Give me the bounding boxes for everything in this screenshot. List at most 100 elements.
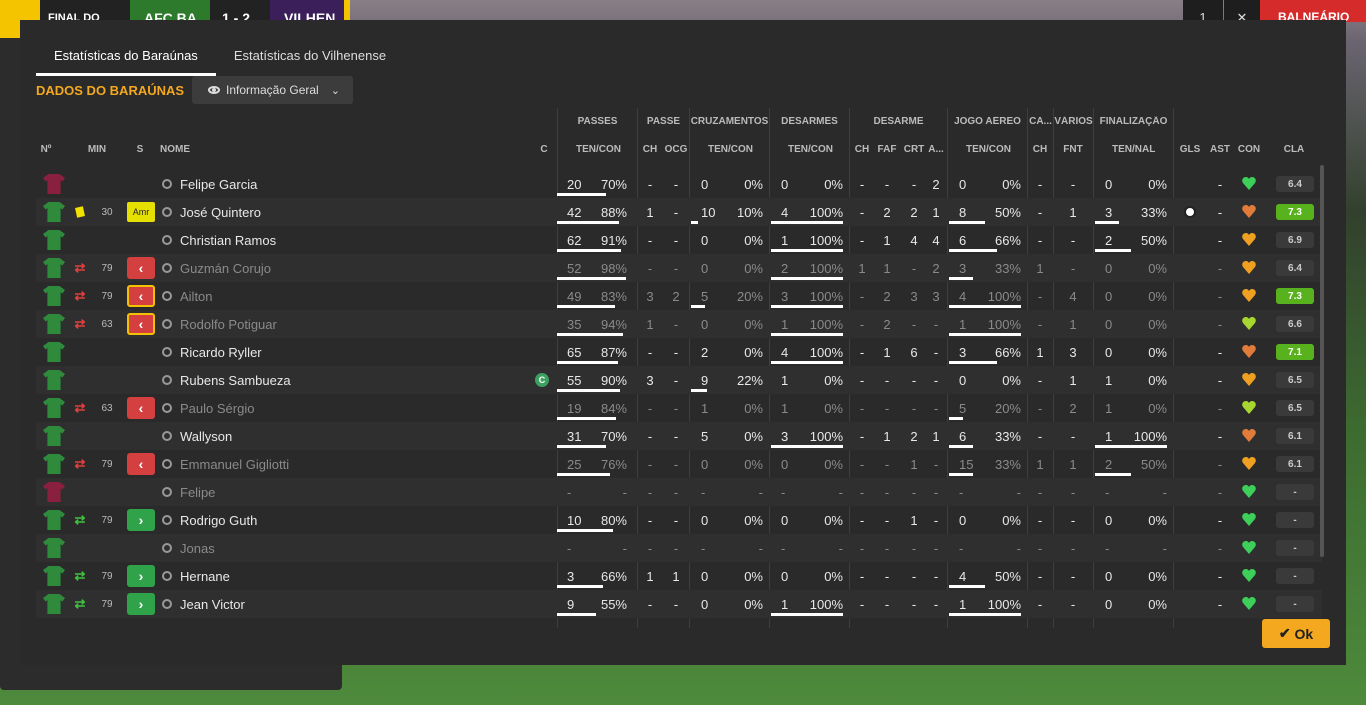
close-icon[interactable]: ✕ bbox=[1224, 0, 1260, 25]
stat-value: - bbox=[647, 540, 653, 556]
player-name[interactable]: Rodrigo Guth bbox=[162, 506, 462, 534]
column-header-p_ocg[interactable]: OCG bbox=[656, 144, 696, 155]
stat-value: - bbox=[647, 456, 653, 472]
attempts: 6 bbox=[959, 232, 967, 248]
player-name[interactable]: Jean Victor bbox=[162, 590, 462, 618]
column-header-ds_tc[interactable]: TEN/CON bbox=[788, 144, 833, 155]
shirt-icon bbox=[43, 174, 65, 194]
player-name[interactable]: Felipe Garcia bbox=[162, 170, 462, 198]
attempts: 2 bbox=[1105, 456, 1113, 472]
column-header-d_a[interactable]: A... bbox=[916, 144, 956, 155]
sub-out-icon: ⇄ bbox=[74, 400, 86, 415]
column-header-c[interactable]: C bbox=[524, 144, 564, 155]
success-rate: 0% bbox=[744, 232, 763, 248]
player-name[interactable]: Jonas bbox=[162, 534, 462, 562]
stat-value: - bbox=[859, 344, 865, 360]
table-row[interactable]: Jonas - - - - - - - - - - - - - - - - - - - - bbox=[36, 534, 1322, 562]
column-header-min[interactable]: MIN bbox=[77, 144, 117, 155]
table-row[interactable]: ⇄ 63 ‹ Rodolfo Potiguar 35 94% 1-0 0% 1 100% -2- -1… bbox=[36, 310, 1322, 338]
rating-cell: - bbox=[1275, 534, 1315, 562]
table-row[interactable]: ⇄ 79 ‹ Guzmán Corujo 52 98% - -0 0% 2 100% 1 1-2 3 33%… bbox=[36, 254, 1322, 282]
player-name[interactable]: Rubens Sambueza bbox=[162, 366, 462, 394]
table-row[interactable]: ⇄ 79 › Hernane 3 66% 1 1 0 0% 0 0% - - - -4 50% - -0 0% - - bbox=[36, 562, 1322, 590]
success-bar bbox=[557, 417, 616, 420]
table-row[interactable]: Wallyson 31 70% - -5 0% 3 100% -1 2 1 6 33% - -1 100% -6… bbox=[36, 422, 1322, 450]
stat-value: 1 bbox=[646, 316, 654, 332]
stat-value: - bbox=[673, 484, 679, 500]
success-rate: 50% bbox=[994, 204, 1021, 220]
player-name-text: Felipe Garcia bbox=[180, 176, 258, 192]
player-name[interactable]: Rodolfo Potiguar bbox=[162, 310, 462, 338]
stat-pair: -- bbox=[1095, 478, 1171, 506]
dressing-room-button[interactable]: BALNEÁRIO bbox=[1260, 0, 1366, 24]
table-row[interactable]: ⇄ 79 › Rodrigo Guth 10 80% - -0 0% 0 0% - -1-0 0% - -0 0… bbox=[36, 506, 1322, 534]
ok-button[interactable]: ✔ Ok bbox=[1262, 619, 1330, 648]
table-row[interactable]: 30 Amr José Quintero 42 88% 1-10 10% 4 100% -2 2 1 8… bbox=[36, 198, 1322, 226]
scrollbar[interactable] bbox=[1320, 165, 1324, 557]
column-header-s[interactable]: S bbox=[120, 144, 160, 155]
player-name-text: Rubens Sambueza bbox=[180, 372, 291, 388]
stat-pair: 0 0% bbox=[1095, 254, 1171, 282]
tab-home-stats[interactable]: Estatísticas do Baraúnas bbox=[36, 40, 216, 76]
stat-value: - bbox=[1070, 232, 1076, 248]
attempts: 3 bbox=[781, 288, 789, 304]
shirt-icon bbox=[43, 566, 65, 586]
column-header-ja_tc[interactable]: TEN/CON bbox=[966, 144, 1011, 155]
menu-button[interactable]: 1 bbox=[1183, 0, 1223, 25]
player-name-text: Paulo Sérgio bbox=[180, 400, 255, 416]
success-rate: 20% bbox=[736, 288, 763, 304]
player-name-text: José Quintero bbox=[180, 204, 261, 220]
player-name[interactable]: Guzmán Corujo bbox=[162, 254, 462, 282]
rating-cell: 6.4 bbox=[1275, 254, 1315, 282]
table-row[interactable]: Ricardo Ryller 65 87% - -2 0% 4 100% -1 6-3 66% 1 3 0… bbox=[36, 338, 1322, 366]
rating-cell: 7.3 bbox=[1275, 282, 1315, 310]
column-header-con[interactable]: CON bbox=[1229, 144, 1269, 155]
column-header-v_fnt[interactable]: FNT bbox=[1053, 144, 1093, 155]
table-row[interactable]: ⇄ 79 › Jean Victor 9 55% - -0 0% 1 100% - - - -1 100% - -… bbox=[36, 590, 1322, 618]
headset-icon bbox=[162, 515, 172, 525]
shirt-icon bbox=[43, 510, 65, 530]
column-header-cla[interactable]: CLA bbox=[1274, 144, 1314, 155]
column-header-cr_tc[interactable]: TEN/CON bbox=[708, 144, 753, 155]
stat-value: 1 bbox=[646, 204, 654, 220]
player-name[interactable]: Paulo Sérgio bbox=[162, 394, 462, 422]
view-dropdown[interactable]: Informação Geral ⌄ bbox=[192, 76, 353, 104]
stat-value: 1 bbox=[932, 204, 940, 220]
success-rate: 94% bbox=[600, 316, 627, 332]
column-header-p_tc[interactable]: TEN/CON bbox=[576, 144, 621, 155]
tab-away-stats[interactable]: Estatísticas do Vilhenense bbox=[216, 40, 404, 76]
stat-value: 4 bbox=[910, 232, 918, 248]
table-row[interactable]: Rubens Sambueza C 55 90% 3-9 22% 1 0% - - - -0 0% -1 1… bbox=[36, 366, 1322, 394]
player-name-text: Jean Victor bbox=[180, 596, 245, 612]
attempts: 1 bbox=[1105, 428, 1113, 444]
player-name[interactable]: Wallyson bbox=[162, 422, 462, 450]
player-name[interactable]: José Quintero bbox=[162, 198, 462, 226]
attempts: 55 bbox=[567, 372, 582, 388]
table-row[interactable]: ⇄ 79 ‹ Ailton 49 83% 3 2 5 20% 3 100% -2 3 3 4 100% -4 0 0%… bbox=[36, 282, 1322, 310]
player-name[interactable]: Hernane bbox=[162, 562, 462, 590]
stat-value: - bbox=[673, 400, 679, 416]
success-bar bbox=[557, 193, 606, 196]
table-row[interactable]: Christian Ramos 62 91% - -0 0% 1 100% -1 4 4 6 66% - -… bbox=[36, 226, 1322, 254]
column-header-name[interactable]: NOME bbox=[160, 144, 260, 155]
sub-in-icon: ⇄ bbox=[74, 596, 86, 611]
player-name[interactable]: Emmanuel Gigliotti bbox=[162, 450, 462, 478]
stat-value: - bbox=[884, 512, 890, 528]
player-name[interactable]: Christian Ramos bbox=[162, 226, 462, 254]
column-header-num[interactable]: Nº bbox=[26, 144, 66, 155]
player-name[interactable]: Felipe bbox=[162, 478, 462, 506]
event-cell bbox=[70, 226, 90, 254]
player-name[interactable]: Ricardo Ryller bbox=[162, 338, 462, 366]
success-rate: 0% bbox=[744, 596, 763, 612]
attempts: - bbox=[959, 540, 964, 556]
player-name[interactable]: Ailton bbox=[162, 282, 462, 310]
table-row[interactable]: Felipe Garcia 20 70% - -0 0% 0 0% - - -2 0 0% - -0 0% -6… bbox=[36, 170, 1322, 198]
table-row[interactable]: ⇄ 63 ‹ Paulo Sérgio 19 84% - -1 0% 1 0% - - - -5 20% -2 1… bbox=[36, 394, 1322, 422]
success-rate: 55% bbox=[600, 596, 627, 612]
stat-value: - bbox=[647, 176, 653, 192]
stat-value: - bbox=[884, 400, 890, 416]
table-row[interactable]: ⇄ 79 ‹ Emmanuel Gigliotti 25 76% - -0 0% 0 0% - -1-1… bbox=[36, 450, 1322, 478]
stat-value: 1 bbox=[910, 512, 918, 528]
column-header-f_tn[interactable]: TEN/NAL bbox=[1112, 144, 1155, 155]
table-row[interactable]: Felipe - - - - - - - - - - - - - - - - - - - - bbox=[36, 478, 1322, 506]
